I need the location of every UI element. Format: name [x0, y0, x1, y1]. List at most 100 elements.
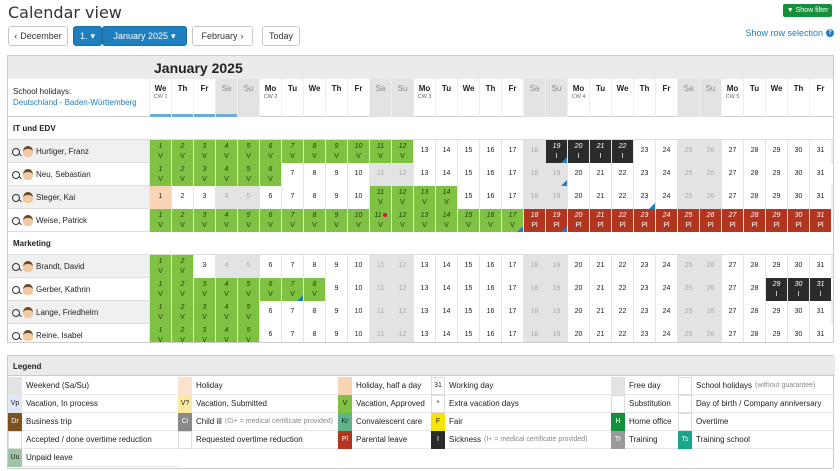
day-cell[interactable]: 6: [259, 301, 281, 324]
day-cell[interactable]: 8: [303, 301, 325, 324]
day-cell[interactable]: 10: [347, 301, 369, 324]
day-cell[interactable]: 30: [787, 140, 809, 163]
search-icon[interactable]: [12, 193, 20, 202]
employee-name[interactable]: Hurtiger, Franz: [12, 146, 89, 157]
day-cell[interactable]: 19 I: [545, 140, 567, 163]
day-cell[interactable]: 15: [457, 186, 479, 209]
month-dropdown[interactable]: January 2025 ▾: [102, 26, 187, 46]
day-cell[interactable]: 9V: [325, 209, 347, 232]
day-cell[interactable]: 21: [589, 324, 611, 342]
day-cell[interactable]: 25: [677, 140, 699, 163]
day-cell[interactable]: 27: [721, 301, 743, 324]
day-cell[interactable]: 19: [545, 278, 567, 301]
day-cell[interactable]: 21: [589, 301, 611, 324]
day-cell[interactable]: 13: [413, 324, 435, 342]
day-cell[interactable]: 5V: [237, 209, 259, 232]
next-month-button[interactable]: February ›: [192, 26, 253, 46]
day-cell[interactable]: 10 V: [347, 140, 369, 163]
day-cell[interactable]: 26: [699, 163, 721, 186]
day-cell[interactable]: 8: [303, 324, 325, 342]
today-button[interactable]: Today: [262, 26, 300, 46]
day-cell[interactable]: 19: [545, 301, 567, 324]
day-cell[interactable]: 13: [413, 140, 435, 163]
day-cell[interactable]: 19: [545, 255, 567, 278]
day-cell[interactable]: 19 Pl: [545, 209, 567, 232]
day-cell[interactable]: 17: [501, 255, 523, 278]
day-cell[interactable]: 9: [325, 324, 347, 342]
day-cell[interactable]: 13: [413, 301, 435, 324]
day-cell[interactable]: 26: [699, 324, 721, 342]
day-cell[interactable]: 1V: [149, 278, 171, 301]
day-cell[interactable]: 16: [479, 301, 501, 324]
day-cell[interactable]: 25: [677, 186, 699, 209]
day-cell[interactable]: 28: [743, 324, 765, 342]
day-cell[interactable]: 8: [303, 255, 325, 278]
day-cell[interactable]: 16: [479, 140, 501, 163]
day-cell[interactable]: 31: [809, 324, 831, 342]
day-cell[interactable]: 30: [787, 324, 809, 342]
day-cell[interactable]: 28: [743, 301, 765, 324]
prev-month-button[interactable]: ‹ December: [8, 26, 68, 46]
day-cell[interactable]: 29: [765, 255, 787, 278]
day-cell[interactable]: 30: [787, 186, 809, 209]
day-cell[interactable]: 2: [171, 186, 193, 209]
school-holidays-region-link[interactable]: Deutschland - Baden-Württemberg: [13, 98, 137, 107]
search-icon[interactable]: [12, 170, 20, 179]
day-cell[interactable]: 18: [523, 255, 545, 278]
day-cell[interactable]: 13: [413, 163, 435, 186]
day-cell[interactable]: 10 V: [347, 209, 369, 232]
day-cell[interactable]: 22: [611, 301, 633, 324]
day-cell[interactable]: 7: [281, 163, 303, 186]
day-cell[interactable]: 27: [721, 140, 743, 163]
day-cell[interactable]: 30: [787, 163, 809, 186]
day-cell[interactable]: 13 V: [413, 186, 435, 209]
day-cell[interactable]: 22: [611, 186, 633, 209]
day-cell[interactable]: 13: [413, 255, 435, 278]
show-row-selection-link[interactable]: Show row selection?: [745, 28, 834, 38]
day-cell[interactable]: 22: [611, 163, 633, 186]
employee-name[interactable]: Brandt, David: [12, 261, 84, 272]
day-cell[interactable]: 10: [347, 255, 369, 278]
day-cell[interactable]: 26 Pl: [699, 209, 721, 232]
day-cell[interactable]: 15: [457, 140, 479, 163]
day-cell[interactable]: 3V: [193, 301, 215, 324]
day-cell[interactable]: 2V: [171, 255, 193, 278]
day-cell[interactable]: 18: [523, 301, 545, 324]
day-cell[interactable]: 23: [633, 163, 655, 186]
day-cell[interactable]: 12: [391, 163, 413, 186]
day-cell[interactable]: 14 V: [435, 186, 457, 209]
day-cell[interactable]: 27: [721, 255, 743, 278]
day-cell[interactable]: 4: [215, 255, 237, 278]
day-cell[interactable]: 29: [765, 186, 787, 209]
day-cell[interactable]: 21 I: [589, 140, 611, 163]
day-cell[interactable]: 10: [347, 186, 369, 209]
day-cell[interactable]: 12: [391, 255, 413, 278]
day-cell[interactable]: 17: [501, 324, 523, 342]
day-cell[interactable]: 7V: [281, 278, 303, 301]
day-cell[interactable]: 30: [787, 301, 809, 324]
day-cell[interactable]: 6V: [259, 163, 281, 186]
day-cell[interactable]: 8V: [303, 278, 325, 301]
day-cell[interactable]: 4: [215, 186, 237, 209]
day-cell[interactable]: 7V: [281, 209, 303, 232]
day-cell[interactable]: 17: [501, 163, 523, 186]
day-cell[interactable]: 29: [765, 163, 787, 186]
day-cell[interactable]: 3: [193, 186, 215, 209]
day-cell[interactable]: 7V: [281, 140, 303, 163]
day-cell[interactable]: 14: [435, 278, 457, 301]
day-cell[interactable]: 11 V: [369, 186, 391, 209]
day-cell[interactable]: 24 Pl: [655, 209, 677, 232]
day-cell[interactable]: 16: [479, 324, 501, 342]
day-cell[interactable]: 5: [237, 186, 259, 209]
day-cell[interactable]: 1V: [149, 255, 171, 278]
day-cell[interactable]: 1V: [149, 140, 171, 163]
day-cell[interactable]: 22: [611, 324, 633, 342]
day-cell[interactable]: 20 I: [567, 140, 589, 163]
day-cell[interactable]: 4V: [215, 278, 237, 301]
day-cell[interactable]: 23: [633, 301, 655, 324]
day-cell[interactable]: 6: [259, 255, 281, 278]
day-cell[interactable]: 31 I: [809, 278, 831, 301]
day-cell[interactable]: 9: [325, 163, 347, 186]
day-cell[interactable]: 14: [435, 140, 457, 163]
day-cell[interactable]: 20: [567, 324, 589, 342]
